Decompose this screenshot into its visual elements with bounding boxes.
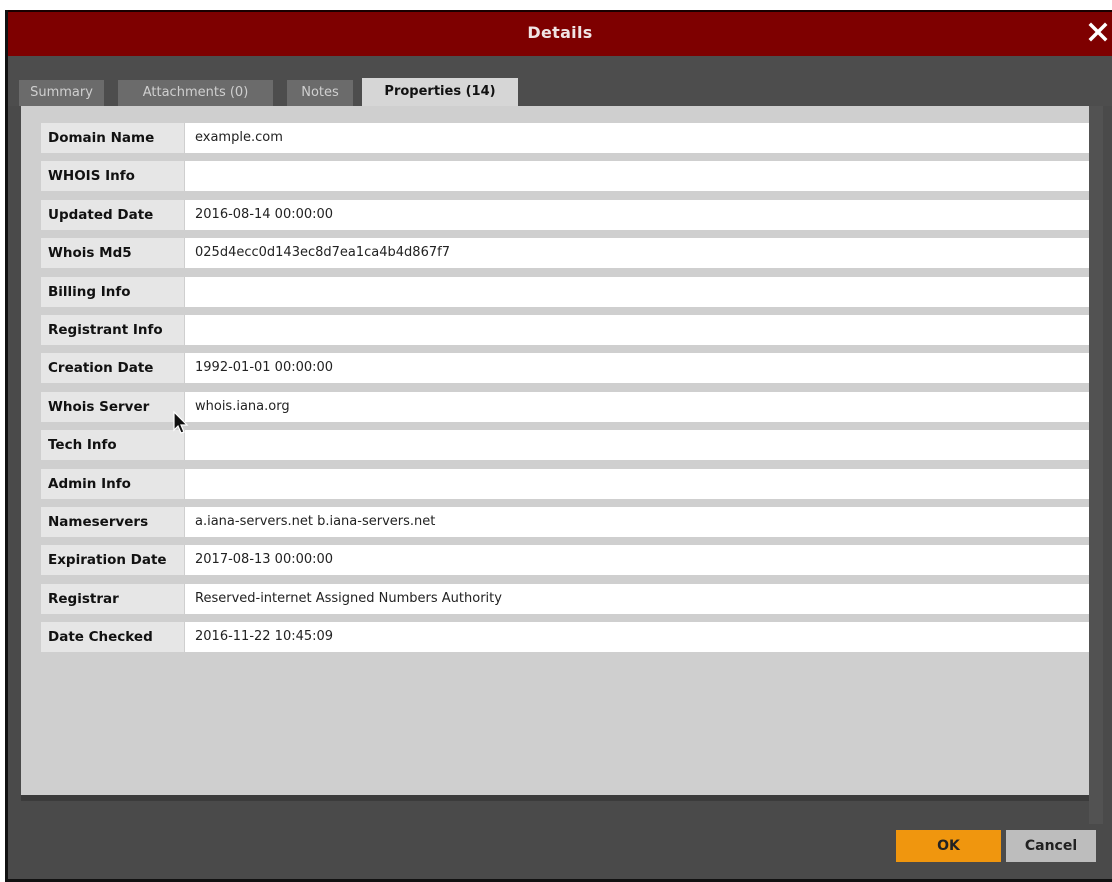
property-row: Domain Name example.com (41, 123, 1091, 153)
property-value: example.com (185, 123, 1091, 153)
property-value: 2016-08-14 00:00:00 (185, 199, 1091, 230)
property-row: WHOIS Info (41, 161, 1091, 192)
property-row: Date Checked 2016-11-22 10:45:09 (41, 622, 1091, 653)
tab-notes[interactable]: Notes (287, 80, 353, 106)
property-label: Creation Date (41, 353, 184, 384)
property-value (185, 161, 1091, 192)
property-row: Updated Date 2016-08-14 00:00:00 (41, 199, 1091, 230)
property-label: Updated Date (41, 199, 184, 230)
property-value: 1992-01-01 00:00:00 (185, 353, 1091, 384)
properties-panel: Domain Name example.com WHOIS Info Updated … (21, 106, 1091, 795)
property-value: whois.iana.org (185, 391, 1091, 422)
property-label: Expiration Date (41, 545, 184, 576)
panel-bottom-edge (21, 795, 1089, 801)
tab-attachments[interactable]: Attachments (0) (118, 80, 273, 106)
details-dialog: Details Summary Attachments (0) Notes Pr… (5, 10, 1112, 882)
property-value: Reserved-internet Assigned Numbers Autho… (185, 583, 1091, 614)
property-row: Billing Info (41, 276, 1091, 307)
property-label: Registrar (41, 583, 184, 614)
property-label: Date Checked (41, 622, 184, 653)
property-value: 025d4ecc0d143ec8d7ea1ca4b4d867f7 (185, 238, 1091, 269)
property-value: a.iana-servers.net b.iana-servers.net (185, 506, 1091, 537)
property-row: Expiration Date 2017-08-13 00:00:00 (41, 545, 1091, 576)
property-row: Tech Info (41, 430, 1091, 461)
property-label: Whois Md5 (41, 238, 184, 269)
property-value (185, 314, 1091, 345)
property-label: Nameservers (41, 506, 184, 537)
panel-scrollbar-track[interactable] (1089, 106, 1103, 824)
property-row: Registrant Info (41, 314, 1091, 345)
property-label: Whois Server (41, 391, 184, 422)
property-label: Billing Info (41, 276, 184, 307)
dialog-title: Details (527, 23, 593, 42)
property-value (185, 468, 1091, 499)
property-label: Registrant Info (41, 314, 184, 345)
property-label: Tech Info (41, 430, 184, 461)
property-row: Registrar Reserved-internet Assigned Numb… (41, 583, 1091, 614)
property-value: 2017-08-13 00:00:00 (185, 545, 1091, 576)
tab-properties[interactable]: Properties (14) (362, 78, 518, 106)
property-label: Admin Info (41, 468, 184, 499)
property-row: Whois Server whois.iana.org (41, 391, 1091, 422)
dialog-titlebar[interactable]: Details (8, 10, 1112, 56)
property-row: Creation Date 1992-01-01 00:00:00 (41, 353, 1091, 384)
property-row: Whois Md5 025d4ecc0d143ec8d7ea1ca4b4d867f… (41, 238, 1091, 269)
property-row: Admin Info (41, 468, 1091, 499)
property-label: Domain Name (41, 123, 184, 153)
properties-table: Domain Name example.com WHOIS Info Updated … (41, 123, 1091, 660)
cancel-button[interactable]: Cancel (1006, 830, 1096, 862)
tab-summary[interactable]: Summary (19, 80, 104, 106)
property-value (185, 276, 1091, 307)
ok-button[interactable]: OK (896, 830, 1001, 862)
property-label: WHOIS Info (41, 161, 184, 192)
property-value (185, 430, 1091, 461)
property-value: 2016-11-22 10:45:09 (185, 622, 1091, 653)
close-icon[interactable] (1086, 20, 1110, 44)
tab-bar: Summary Attachments (0) Notes Properties… (8, 56, 1112, 106)
property-row: Nameservers a.iana-servers.net b.iana-ser… (41, 506, 1091, 537)
mouse-cursor-icon (172, 410, 190, 436)
